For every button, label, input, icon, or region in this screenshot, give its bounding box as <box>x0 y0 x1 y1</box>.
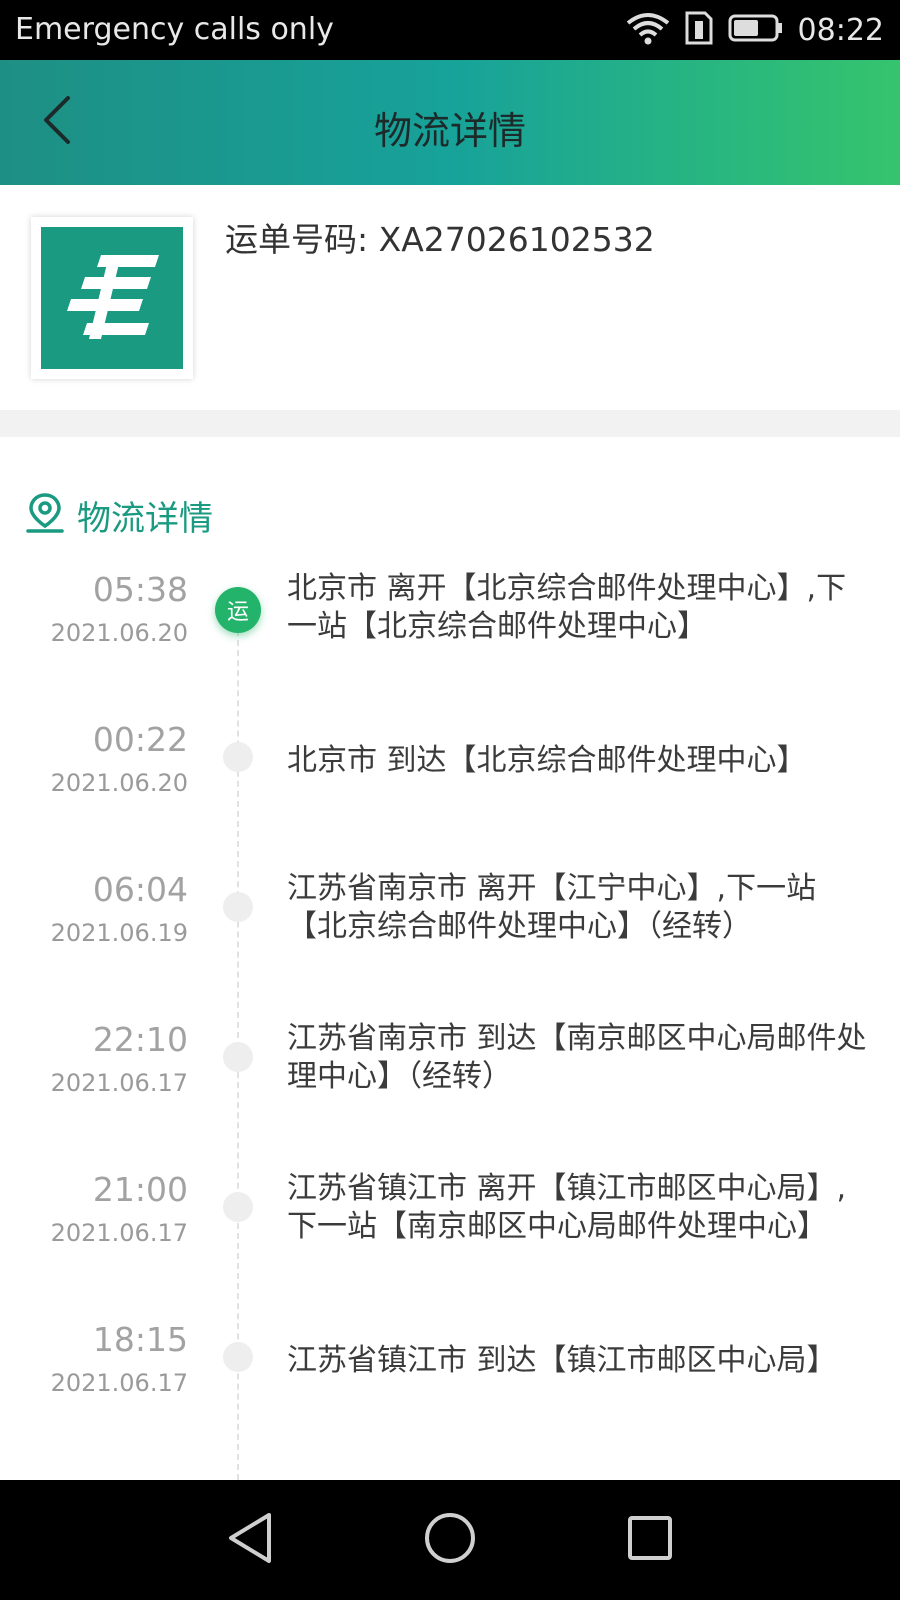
china-post-logo <box>41 227 183 369</box>
page-title: 物流详情 <box>373 109 526 153</box>
event-date: 2021.06.20 <box>50 619 188 647</box>
back-triangle-icon <box>225 1511 275 1569</box>
event-description: 北京市 到达【北京综合邮件处理中心】 <box>287 743 807 778</box>
section-title: 物流详情 <box>77 498 213 539</box>
event-date: 2021.06.20 <box>50 769 188 797</box>
timeline-event: 22:10 2021.06.17 江苏省南京市 到达【南京邮区中心局邮件处理中心… <box>0 1020 900 1150</box>
event-time: 06:04 <box>92 870 188 909</box>
wifi-icon <box>626 11 670 49</box>
timeline-event: 05:38 2021.06.20 北京市 离开【北京综合邮件处理中心】,下一站【… <box>0 570 900 700</box>
event-description: 江苏省南京市 到达【南京邮区中心局邮件处理中心】（经转） <box>287 1021 867 1094</box>
section-divider <box>0 410 900 437</box>
timeline-dot <box>223 892 253 922</box>
timeline-dot <box>223 1342 253 1372</box>
carrier-text: Emergency calls only <box>15 12 334 47</box>
waybill-number: 运单号码: XA27026102532 <box>225 220 655 259</box>
event-date: 2021.06.17 <box>50 1369 188 1397</box>
event-date: 2021.06.17 <box>50 1219 188 1247</box>
event-time: 18:15 <box>92 1320 188 1359</box>
status-icons: 08:22 <box>626 10 884 50</box>
timeline-dot <box>223 1192 253 1222</box>
event-date: 2021.06.19 <box>50 919 188 947</box>
system-nav-bar <box>0 1480 900 1600</box>
event-date: 2021.06.17 <box>50 1069 188 1097</box>
sim-icon <box>684 11 714 49</box>
event-description: 江苏省镇江市 到达【镇江市邮区中心局】 <box>287 1343 837 1378</box>
timeline-event: 06:04 2021.06.19 江苏省南京市 离开【江宁中心】,下一站【北京综… <box>0 870 900 1000</box>
event-time: 00:22 <box>92 720 188 759</box>
timeline-event: 00:22 2021.06.20 北京市 到达【北京综合邮件处理中心】 <box>0 720 900 850</box>
event-time: 22:10 <box>92 1020 188 1059</box>
nav-recents-button[interactable] <box>610 1500 690 1580</box>
location-pin-icon <box>25 492 65 538</box>
section-header: 物流详情 <box>25 490 213 540</box>
recents-square-icon <box>627 1515 673 1565</box>
nav-home-button[interactable] <box>410 1500 490 1580</box>
nav-back-button[interactable] <box>210 1500 290 1580</box>
carrier-logo <box>31 217 193 379</box>
app-header: 物流详情 <box>0 60 900 185</box>
status-bar: Emergency calls only 08:22 <box>0 0 900 60</box>
in-transit-badge: 运 <box>215 587 261 633</box>
event-time: 05:38 <box>92 570 188 609</box>
timeline-dot <box>223 742 253 772</box>
clock: 08:22 <box>797 12 884 48</box>
timeline-event: 18:15 2021.06.17 江苏省镇江市 到达【镇江市邮区中心局】 <box>0 1320 900 1450</box>
battery-icon <box>728 13 784 47</box>
waybill-card: 运单号码: XA27026102532 <box>0 185 900 410</box>
event-time: 21:00 <box>92 1170 188 1209</box>
event-description: 北京市 离开【北京综合邮件处理中心】,下一站【北京综合邮件处理中心】 <box>287 571 847 644</box>
event-description: 江苏省南京市 离开【江宁中心】,下一站【北京综合邮件处理中心】（经转） <box>287 871 817 944</box>
home-circle-icon <box>423 1511 477 1569</box>
event-description: 江苏省镇江市 离开【镇江市邮区中心局】,下一站【南京邮区中心局邮件处理中心】 <box>287 1171 847 1244</box>
timeline-dot <box>223 1042 253 1072</box>
timeline-event: 21:00 2021.06.17 江苏省镇江市 离开【镇江市邮区中心局】,下一站… <box>0 1170 900 1300</box>
